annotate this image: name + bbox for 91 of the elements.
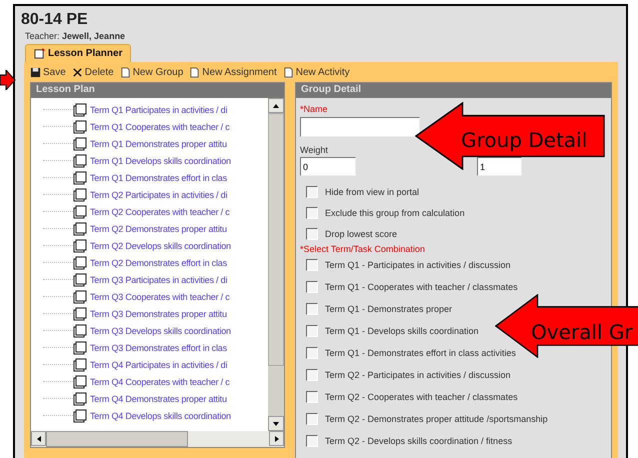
page-icon [189, 66, 200, 78]
tree-item[interactable]: Term Q1 Participates in activities / di [90, 104, 228, 114]
document-icon [73, 290, 87, 304]
tab[interactable]: Lesson Planner [25, 44, 132, 62]
panel-header: Group Detail [296, 83, 611, 98]
toolbar-button[interactable]: New Group [120, 66, 184, 78]
tree-item[interactable]: Term Q4 Cooperates with teacher / c [90, 376, 230, 386]
weight-field[interactable]: 0 [300, 157, 356, 176]
tree-item[interactable]: Term Q2 Cooperates with teacher / c [90, 206, 230, 216]
toolbar-button[interactable]: New Activity [282, 66, 350, 78]
checkbox-label: Exclude this group from calculation [325, 208, 465, 218]
checkbox[interactable] [306, 391, 318, 403]
tree-item[interactable]: Term Q1 Demonstrates effort in clas [90, 172, 227, 182]
checkbox-label: Drop lowest score [325, 228, 398, 238]
document-icon [73, 392, 87, 406]
document-icon [73, 102, 87, 116]
tree-item[interactable]: Term Q2 Demonstrates effort in clas [90, 258, 227, 268]
x-icon [72, 66, 83, 78]
checkbox[interactable] [306, 347, 318, 359]
checkbox-label: Hide from view in portal [325, 186, 420, 196]
checkbox[interactable] [306, 186, 318, 198]
annotation-label: Group Detail [461, 128, 588, 152]
right-arrow-icon [274, 436, 280, 442]
toolbar-button[interactable]: New Assignment [189, 66, 277, 78]
document-icon [73, 238, 87, 252]
checkbox-label: Term Q2 - Develops skills coordination / fitness [325, 436, 512, 446]
up-arrow-icon [273, 102, 279, 108]
document-icon [73, 120, 87, 134]
document-icon [73, 306, 87, 320]
tree-item[interactable]: Term Q2 Participates in activities / di [90, 190, 228, 200]
horizontal-scrollbar[interactable] [31, 431, 284, 447]
document-icon [73, 340, 87, 354]
annotation-label: Overall Gr [531, 320, 633, 344]
field-label: Weight [300, 145, 328, 155]
tree-item[interactable]: Term Q4 Develops skills coordination [90, 410, 231, 420]
tree-item[interactable]: Term Q3 Demonstrates proper attitu [90, 308, 227, 318]
toolbar-button[interactable]: Save [30, 66, 66, 78]
name-field[interactable] [300, 117, 420, 137]
document-icon [73, 188, 87, 202]
tree-item[interactable]: Term Q3 Develops skills coordination [90, 326, 231, 336]
panel-header: Lesson Plan [31, 83, 284, 98]
checkbox-label: Term Q2 - Demonstrates proper attitude /sportsmanship [325, 414, 548, 424]
page-icon [282, 66, 294, 78]
sequence-field[interactable]: 1 [477, 157, 522, 176]
document-icon [73, 272, 87, 286]
teacher-line: Teacher: Jewell, Jeanne [24, 30, 126, 41]
notepad-icon [34, 48, 45, 59]
document-icon [73, 374, 87, 388]
field-label: *Name [300, 104, 329, 114]
document-icon [73, 204, 87, 218]
checkbox-label: Term Q1 - Develops skills coordination [325, 326, 479, 336]
document-icon [73, 222, 87, 236]
checkbox[interactable] [306, 413, 318, 425]
tree-item[interactable]: Term Q4 Demonstrates proper attitu [90, 394, 227, 404]
down-arrow-icon [273, 420, 279, 426]
document-icon [73, 136, 87, 150]
vertical-scrollbar[interactable] [268, 98, 284, 431]
tree-item[interactable]: Term Q2 Demonstrates proper attitu [90, 224, 227, 234]
toolbar-button[interactable]: Delete [72, 66, 114, 78]
tree-item[interactable]: Term Q4 Participates in activities / di [90, 360, 228, 370]
tree-item[interactable]: Term Q1 Demonstrates proper attitu [90, 138, 227, 148]
checkbox[interactable] [306, 228, 318, 240]
tree-item[interactable]: Term Q1 Cooperates with teacher / c [90, 122, 230, 132]
checkbox[interactable] [306, 325, 318, 337]
document-icon [73, 358, 87, 372]
checkbox[interactable] [306, 206, 318, 218]
checkbox-label: Term Q1 - Demonstrates proper [325, 304, 452, 314]
checkbox-label: Term Q1 - Cooperates with teacher / classmates [325, 282, 518, 292]
tree-item[interactable]: Term Q3 Cooperates with teacher / c [90, 292, 230, 302]
document-icon [73, 154, 87, 168]
checkbox-label: Term Q1 - Participates in activities / discussion [325, 260, 511, 270]
document-icon [73, 256, 87, 270]
document-icon [73, 408, 87, 422]
course-title: 80-14 PE [20, 10, 89, 29]
tree-item[interactable]: Term Q2 Develops skills coordination [90, 240, 231, 250]
checkbox[interactable] [306, 281, 318, 293]
document-icon [73, 170, 87, 184]
left-arrow-icon [36, 436, 42, 442]
tree-item[interactable]: Term Q3 Demonstrates effort in clas [90, 342, 227, 352]
checkbox[interactable] [306, 369, 318, 381]
checkbox[interactable] [306, 435, 318, 447]
document-icon [73, 324, 87, 338]
checkbox-label: Term Q2 - Cooperates with teacher / classmates [325, 392, 518, 402]
tree-item[interactable]: Term Q1 Develops skills coordination [90, 156, 231, 166]
tree-item[interactable]: Term Q3 Participates in activities / di [90, 274, 228, 284]
checkbox[interactable] [306, 259, 318, 271]
page-icon [120, 66, 131, 78]
checkbox-label: Term Q2 - Participates in activities / discussion [325, 370, 511, 380]
checkbox-label: Term Q1 - Demonstrates effort in class activities [325, 348, 516, 358]
checkbox[interactable] [306, 303, 318, 315]
section-label: *Select Term/Task Combination [300, 244, 426, 254]
